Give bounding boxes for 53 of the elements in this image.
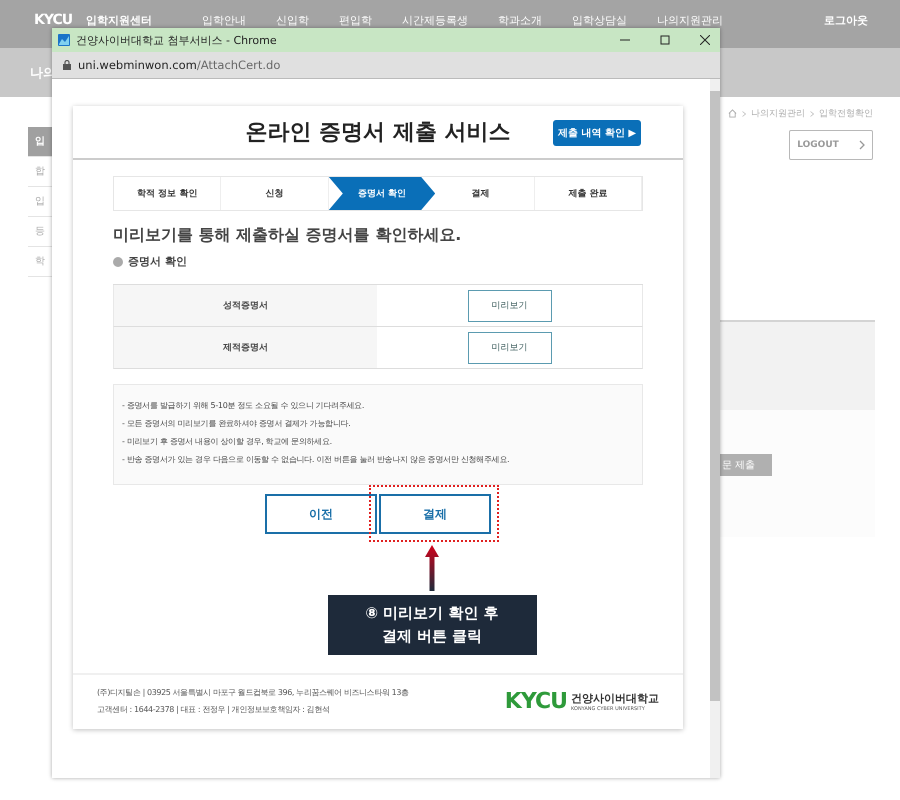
notice-text: - 증명서를 발급하기 위해 5-10분 정도 소요될 수 있으니 기다려주세요. [122, 400, 366, 412]
university-name: 건양사이버대학교 [571, 690, 659, 706]
window-title: 건양사이버대학교 첨부서비스 - Chrome [76, 32, 278, 48]
breadcrumb-link[interactable]: 나의지원관리 [751, 107, 805, 120]
close-icon[interactable] [700, 35, 710, 45]
site-logo[interactable]: KYCU [34, 14, 72, 27]
progress-step: 학적 정보 확인 [114, 177, 222, 210]
bullet-icon [113, 256, 123, 266]
menu-link[interactable]: 입학상담실 [572, 14, 628, 27]
lock-icon [63, 60, 71, 70]
footer-text: (주)디지틸손 | 03925 서울특별시 마포구 월드컵북로 396, 누리꿈스퀘어 비즈니스타워 13층 [97, 687, 409, 698]
certificate-name-cell: 제적증명서 [114, 327, 377, 368]
app-icon [58, 34, 70, 46]
visit-submit-button[interactable]: 문 제출 [720, 454, 772, 476]
progress-step: 증명서 확인 [328, 177, 436, 210]
notice-text: - 미리보기 후 증명서 내용이 상이할 경우, 학교에 문의하세요. [122, 436, 333, 448]
sidebar-item[interactable]: 입 [28, 127, 52, 157]
progress-step: 제출 완료 [534, 177, 642, 210]
up-arrow-icon [425, 545, 439, 591]
progress-step: 신청 [221, 177, 329, 210]
preview-button[interactable]: 미리보기 [468, 290, 552, 322]
service-title: 온라인 증명서 제출 서비스 [246, 119, 510, 147]
certificate-name-cell: 성적증명서 [114, 285, 377, 326]
callout-text: 결제 버튼 클릭 [382, 627, 482, 646]
progress-step: 결제 [427, 177, 535, 210]
menu-link[interactable]: 시간제등록생 [402, 14, 468, 27]
chevron-icon [810, 110, 814, 116]
scrollbar[interactable] [710, 79, 720, 778]
menu-link[interactable]: 입학안내 [202, 14, 246, 27]
logout-button[interactable]: LOGOUT [789, 130, 873, 160]
chevron-icon [742, 110, 746, 116]
breadcrumb-link[interactable]: 입학전형확인 [819, 107, 873, 120]
university-logo: KYCU [504, 688, 567, 714]
menu-link[interactable]: 학과소개 [498, 14, 542, 27]
logout-link[interactable]: 로그아웃 [824, 14, 868, 27]
address-bar[interactable]: uni.webminwon.com/AttachCert.do [52, 52, 720, 79]
section-label: 증명서 확인 [128, 254, 187, 269]
action-button[interactable]: 결제 [379, 494, 491, 534]
url-text: uni.webminwon.com/AttachCert.do [78, 58, 280, 72]
history-button[interactable]: 제출 내역 확인 ▶ [553, 120, 641, 146]
preview-button[interactable]: 미리보기 [468, 332, 552, 364]
menu-link[interactable]: 나의지원관리 [657, 14, 724, 27]
footer-text: 고객센터 : 1644-2378 | 대표 : 전정우 | 개인정보보호책임자 : 김현석 [97, 704, 331, 715]
callout-text: ⑧ 미리보기 확인 후 [365, 604, 499, 623]
instruction-heading: 미리보기를 통해 제출하실 증명서를 확인하세요. [113, 225, 462, 246]
menu-link[interactable]: 신입학 [276, 14, 310, 27]
action-button[interactable]: 이전 [265, 494, 377, 534]
maximize-icon[interactable] [660, 35, 670, 45]
notice-text: - 반송 증명서가 있는 경우 다음으로 이동할 수 없습니다. 이전 버튼을 눌러 반송나지 않은 증명서만 신청해주세요. [122, 454, 510, 466]
chevron-icon [858, 140, 865, 150]
menu-link[interactable]: 편입학 [339, 14, 372, 27]
site-title: 입학지원센터 [86, 14, 152, 27]
notice-text: - 모든 증명서의 미리보기를 완료하셔야 증명서 결제가 가능합니다. [122, 418, 352, 430]
